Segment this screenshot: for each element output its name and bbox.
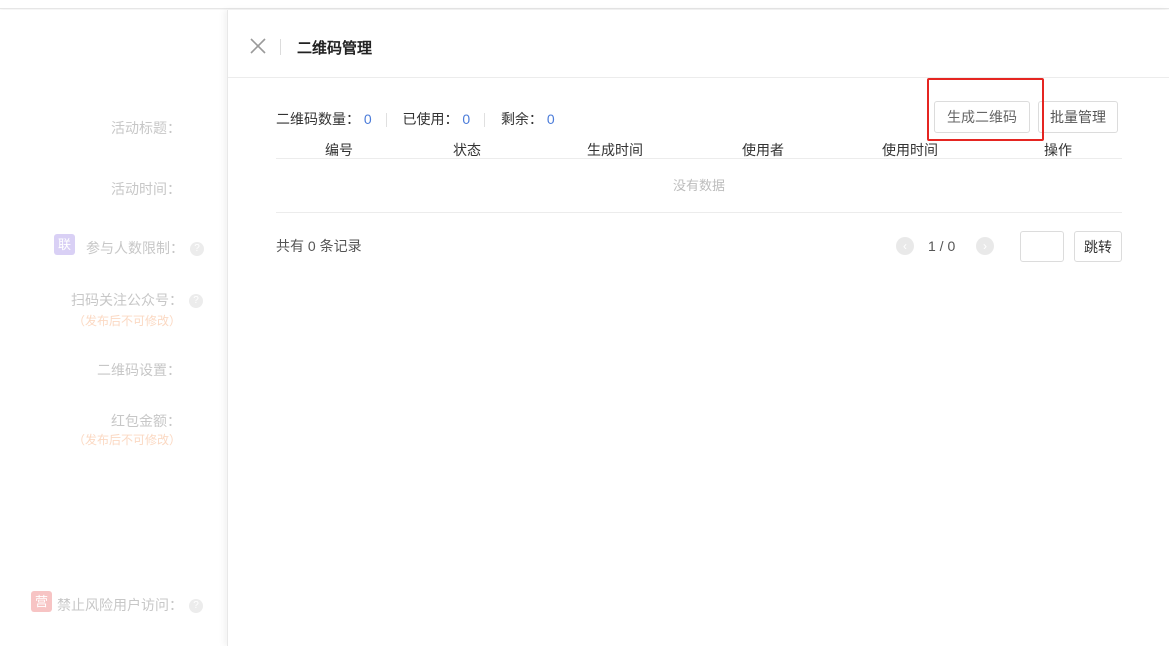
- note-red-packet: （发布后不可修改）: [72, 433, 181, 447]
- stat-used-label: 已使用：: [402, 111, 459, 127]
- stat-count-value: 0: [363, 111, 372, 127]
- label-participant-limit: 参与人数限制：?: [86, 238, 204, 258]
- drawer-header: 二维码管理: [228, 10, 1169, 78]
- badge-risk: 营: [31, 591, 52, 612]
- label-red-packet: 红包金额：: [111, 413, 181, 429]
- note-scan-follow: （发布后不可修改）: [72, 314, 181, 328]
- top-bar: [0, 0, 1169, 9]
- column-header-status: 状态: [453, 142, 481, 158]
- prev-page-icon[interactable]: ‹: [896, 237, 914, 255]
- page-info: 1 / 0: [928, 238, 956, 254]
- help-icon[interactable]: ?: [190, 242, 204, 257]
- header-divider: [280, 39, 281, 55]
- qr-management-drawer: 二维码管理 二维码数量： 0 已使用： 0 剩余： 0 生成二维码 批量管理 编…: [227, 10, 1169, 646]
- label-scan-follow: 扫码关注公众号：?: [71, 290, 203, 310]
- total-records: 共有 0 条记录: [276, 238, 362, 254]
- column-header-created-time: 生成时间: [587, 142, 643, 158]
- batch-manage-button[interactable]: 批量管理: [1038, 101, 1118, 133]
- label-activity-title: 活动标题：: [111, 120, 181, 136]
- qr-table: 编号 状态 生成时间 使用者 使用时间 操作 没有数据: [276, 140, 1122, 213]
- column-header-actions: 操作: [1044, 142, 1072, 158]
- column-header-user: 使用者: [742, 142, 784, 158]
- qr-stats: 二维码数量： 0 已使用： 0 剩余： 0: [276, 109, 555, 129]
- label-risk-block-text: 禁止风险用户访问：: [57, 597, 183, 613]
- label-scan-follow-text: 扫码关注公众号：: [71, 292, 183, 308]
- label-participant-limit-text: 参与人数限制：: [86, 240, 184, 256]
- badge-participant: 联: [54, 234, 75, 255]
- jump-page-input[interactable]: [1020, 231, 1064, 262]
- stat-used-value: 0: [462, 111, 471, 127]
- jump-button[interactable]: 跳转: [1074, 231, 1122, 262]
- drawer-title: 二维码管理: [297, 40, 373, 57]
- generate-qr-button[interactable]: 生成二维码: [934, 101, 1030, 133]
- next-page-icon[interactable]: ›: [976, 237, 994, 255]
- background-form: 活动标题： 活动时间： 联 参与人数限制：? 扫码关注公众号：? （发布后不可修…: [0, 10, 227, 646]
- label-activity-time: 活动时间：: [111, 181, 181, 197]
- column-header-id: 编号: [325, 142, 353, 158]
- help-icon[interactable]: ?: [189, 599, 203, 614]
- column-header-used-time: 使用时间: [882, 142, 938, 158]
- table-header: 编号 状态 生成时间 使用者 使用时间 操作: [276, 140, 1122, 159]
- label-qr-settings: 二维码设置：: [97, 362, 181, 378]
- help-icon[interactable]: ?: [189, 294, 203, 309]
- stat-count-label: 二维码数量：: [276, 111, 360, 127]
- empty-table-row: 没有数据: [276, 159, 1122, 213]
- close-icon[interactable]: [248, 36, 268, 56]
- stat-divider: [484, 113, 486, 128]
- stat-remain-value: 0: [546, 111, 555, 127]
- label-risk-block: 禁止风险用户访问：?: [57, 595, 203, 615]
- stat-divider: [385, 113, 387, 128]
- stat-remain-label: 剩余：: [500, 111, 543, 127]
